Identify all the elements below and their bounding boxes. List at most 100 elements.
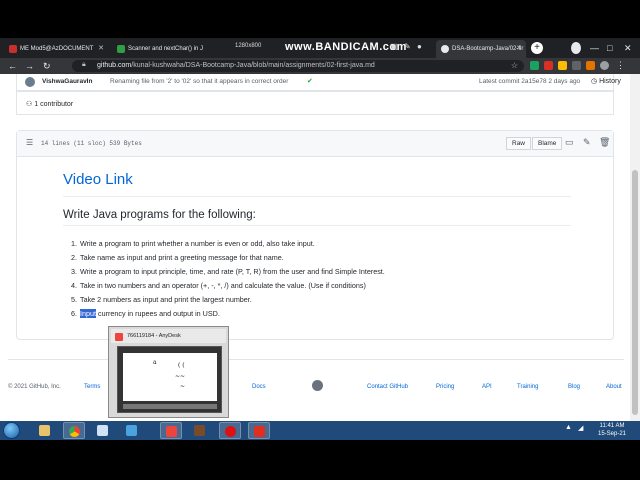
- windows-taskbar: ▲ ◢ 11:41 AM 15-Sep-21: [0, 421, 640, 440]
- bookmark-star-icon[interactable]: ☆: [511, 60, 518, 72]
- selected-text[interactable]: Input: [80, 309, 96, 318]
- extension-icon[interactable]: [572, 61, 581, 70]
- commit-message[interactable]: Renaming file from '2' to '02' so that i…: [110, 78, 288, 85]
- raw-button[interactable]: Raw: [506, 137, 532, 150]
- markdown-body: Video Link Write Java programs for the f…: [63, 171, 571, 318]
- history-button[interactable]: ◷ History: [591, 77, 621, 85]
- close-icon[interactable]: ✕: [516, 40, 522, 58]
- avatar[interactable]: [25, 77, 35, 87]
- taskbar-app[interactable]: [121, 422, 143, 439]
- item-number: 3.: [71, 267, 77, 276]
- footer-link-blog[interactable]: Blog: [568, 384, 580, 390]
- footer-link-api[interactable]: API: [482, 384, 492, 390]
- tab-label: Scanner and nextChar() in J: [128, 46, 204, 52]
- taskbar-notepad[interactable]: [92, 422, 114, 439]
- reload-icon[interactable]: ↻: [43, 58, 51, 74]
- extension-icon[interactable]: [586, 61, 595, 70]
- back-icon[interactable]: ←: [8, 58, 17, 74]
- camera-icon: ▣: [390, 42, 398, 51]
- letterbox-bottom: [0, 440, 640, 480]
- item-text: currency in rupees and output in USD.: [96, 309, 220, 318]
- item-text: Take name as input and print a greeting …: [80, 253, 284, 262]
- taskbar-explorer[interactable]: [34, 422, 56, 439]
- volume-icon[interactable]: ◢: [578, 424, 583, 432]
- github-page: VishwaGauravIn Renaming file from '2' to…: [0, 74, 630, 421]
- remote-whiteboard: a ( ( ~~ ~: [123, 353, 217, 401]
- chrome-icon: [69, 426, 80, 437]
- clock-date: 15-Sep-21: [597, 431, 627, 437]
- clock-time: 11:41 AM: [599, 423, 625, 429]
- anydesk-thumbnail[interactable]: a ( ( ~~ ~: [117, 346, 222, 413]
- handwriting-scribble-icon: a: [153, 359, 157, 366]
- taskbar-media[interactable]: [189, 422, 211, 439]
- tab-github[interactable]: DSA-Bootcamp-Java/02-fir ✕: [436, 40, 526, 58]
- item-number: 2.: [71, 253, 77, 262]
- item-text: Write a program to input principle, time…: [80, 267, 385, 276]
- item-number: 4.: [71, 281, 77, 290]
- taskbar-pdf[interactable]: [248, 422, 270, 439]
- anydesk-title-bar: 766119184 - AnyDesk: [111, 329, 226, 343]
- new-tab-button[interactable]: +: [531, 42, 543, 54]
- check-icon: ✔: [307, 78, 313, 85]
- github-logo-icon[interactable]: [312, 380, 323, 391]
- anydesk-title: 766119184 - AnyDesk: [127, 333, 181, 339]
- minimize-icon[interactable]: —: [590, 40, 599, 56]
- tab-label: ME Mod5@AzDOCUMENT: [20, 46, 94, 52]
- latest-commit-bar: VishwaGauravIn Renaming file from '2' to…: [16, 74, 621, 91]
- menu-kebab-icon[interactable]: ⋮: [616, 61, 625, 70]
- network-icon[interactable]: ▲: [565, 424, 572, 431]
- record-icon: [225, 426, 236, 437]
- pencil-icon[interactable]: ✎: [583, 137, 591, 148]
- latest-commit-info[interactable]: Latest commit 2a15e78 2 days ago: [479, 78, 580, 85]
- footer-link-pricing[interactable]: Pricing: [436, 384, 454, 390]
- item-number: 5.: [71, 295, 77, 304]
- contributors-link[interactable]: ⚇ 1 contributor: [26, 100, 73, 108]
- video-link-heading[interactable]: Video Link: [63, 171, 571, 197]
- taskbar-chrome[interactable]: [63, 422, 85, 439]
- pdf-icon: [254, 426, 265, 437]
- forward-icon[interactable]: →: [25, 58, 34, 74]
- address-bar[interactable]: 🔒︎ github.com/kunal-kushwaha/DSA-Bootcam…: [72, 60, 524, 72]
- close-window-icon[interactable]: ✕: [624, 40, 632, 56]
- desktop-icon[interactable]: ▭: [565, 137, 574, 148]
- letterbox-top: [0, 0, 640, 38]
- profile-icon[interactable]: [571, 42, 581, 54]
- folder-icon: [39, 425, 50, 436]
- list-item: 5. Take 2 numbers as input and print the …: [71, 293, 571, 307]
- footer-link-contact[interactable]: Contact GitHub: [367, 384, 408, 390]
- list-icon[interactable]: ☰: [26, 138, 33, 147]
- footer-link-docs[interactable]: Docs: [252, 384, 266, 390]
- system-clock[interactable]: 11:41 AM 15-Sep-21: [594, 422, 630, 438]
- footer-link-terms[interactable]: Terms: [84, 384, 100, 390]
- anydesk-preview[interactable]: 766119184 - AnyDesk a ( ( ~~ ~: [108, 326, 229, 418]
- file-viewer: ☰ 14 lines (11 sloc) 539 Bytes Raw Blame…: [16, 130, 614, 340]
- taskbar-bandicam[interactable]: [219, 422, 241, 439]
- list-item: 4. Take in two numbers and an operator (+…: [71, 279, 571, 293]
- trash-icon[interactable]: 🗑︎: [599, 137, 610, 148]
- file-info: 14 lines (11 sloc) 539 Bytes: [41, 140, 142, 147]
- tab-document[interactable]: ME Mod5@AzDOCUMENT ✕: [4, 40, 108, 58]
- footer-link-training[interactable]: Training: [517, 384, 538, 390]
- extension-icon[interactable]: [544, 61, 553, 70]
- handwriting-scribble-icon: ~: [180, 383, 186, 390]
- url-text: github.com/kunal-kushwaha/DSA-Bootcamp-J…: [97, 60, 375, 72]
- close-icon[interactable]: ✕: [98, 40, 104, 58]
- pencil-icon: ✎: [404, 42, 411, 51]
- taskbar-anydesk[interactable]: [160, 422, 182, 439]
- assignment-heading: Write Java programs for the following:: [63, 209, 571, 226]
- url-path: /kunal-kushwaha/DSA-Bootcamp-Java/blob/m…: [131, 62, 375, 69]
- blame-button[interactable]: Blame: [532, 137, 563, 150]
- extension-icon[interactable]: [530, 61, 539, 70]
- scrollbar-thumb[interactable]: [632, 170, 638, 415]
- anydesk-icon: [166, 426, 177, 437]
- recorder-logo: www.BANDICAM.com: [285, 41, 407, 53]
- site-favicon-icon: [117, 45, 125, 53]
- tab-scanner[interactable]: Scanner and nextChar() in J: [112, 40, 204, 58]
- footer-link-about[interactable]: About: [606, 384, 622, 390]
- commit-author[interactable]: VishwaGauravIn: [42, 78, 92, 85]
- start-button[interactable]: [3, 422, 20, 439]
- github-favicon-icon: [441, 45, 449, 53]
- profile-avatar-icon[interactable]: [600, 61, 609, 70]
- extension-icon[interactable]: [558, 61, 567, 70]
- maximize-icon[interactable]: □: [607, 40, 612, 56]
